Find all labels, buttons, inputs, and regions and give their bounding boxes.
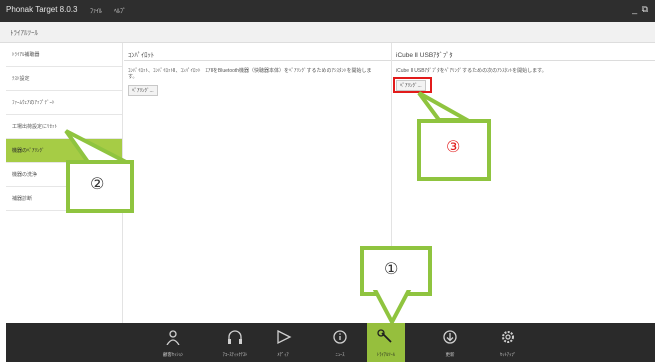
sidebar-item-label: 工場出荷設定にﾘｾｯﾄ — [12, 124, 58, 130]
divider — [124, 60, 391, 61]
section-header: ﾄﾗｲｱﾙﾂｰﾙ — [0, 22, 655, 43]
play-icon — [277, 329, 292, 345]
compilot-panel: ｺﾝﾊﾟｲﾛｯﾄ ｺﾝﾊﾟｲﾛｯﾄ、ｺﾝﾊﾟｲﾛｯﾄⅡ、ｺﾝﾊﾟｲﾛｯﾄ ｴｱⅡ… — [124, 43, 392, 323]
window-controls[interactable]: _ ⧉ — [632, 4, 649, 15]
sidebar-item-trial-hearing-aid[interactable]: ﾄﾗｲｱﾙ補聴器 — [6, 43, 122, 67]
callout-two: ② — [66, 160, 134, 213]
callout-three: ③ — [417, 119, 491, 181]
nav-label: ﾄﾗｲｱﾙﾂｰﾙ — [377, 352, 395, 357]
bottom-nav: 顧客ｾｯｼｮﾝ ｱｺｰｽﾃｨｯｸﾃｽﾄ ﾒﾃﾞｨｱ ﾆｭｰｽ ﾄﾗｲｱﾙﾂｰﾙ — [6, 323, 655, 362]
section-title: ﾄﾗｲｱﾙﾂｰﾙ — [10, 30, 38, 37]
info-icon — [333, 330, 347, 344]
sidebar-item-label: ﾌｧｰﾑｳｪｱのｱｯﾌﾟﾃﾞｰﾄ — [12, 100, 55, 106]
person-icon — [166, 330, 180, 345]
callout-two-pointer — [64, 129, 127, 164]
gear-icon — [502, 331, 514, 343]
divider — [392, 60, 655, 61]
menu-file[interactable]: ﾌｧｲﾙ — [90, 6, 102, 15]
sidebar-item-label: 補器診断 — [12, 196, 33, 202]
nav-client-session[interactable]: 顧客ｾｯｼｮﾝ — [154, 323, 192, 362]
icube-description: iCube Ⅱ USBｱﾀﾞﾌﾟﾀをﾍﾟｱﾘﾝｸﾞするための次のｱｼｽﾀﾝﾄを開… — [396, 68, 547, 74]
headphones-icon — [228, 330, 242, 344]
nav-acoustic-test[interactable]: ｱｺｰｽﾃｨｯｸﾃｽﾄ — [216, 323, 254, 362]
callout-one-pointer — [372, 290, 412, 324]
nav-news[interactable]: ﾆｭｰｽ — [321, 323, 359, 362]
sidebar-item-label: ﾃｽﾄ設定 — [12, 76, 30, 82]
nav-label: 顧客ｾｯｼｮﾝ — [162, 352, 184, 357]
wrench-icon — [377, 329, 392, 343]
nav-setup[interactable]: ｾｯﾄｱｯﾌﾟ — [489, 323, 527, 362]
download-icon — [443, 330, 457, 344]
nav-trial-tools[interactable]: ﾄﾗｲｱﾙﾂｰﾙ — [367, 323, 405, 362]
nav-update[interactable]: 更新 — [431, 323, 469, 362]
nav-label: ｱｺｰｽﾃｨｯｸﾃｽﾄ — [222, 352, 248, 357]
callout-one: ① — [360, 246, 432, 296]
nav-label: ｾｯﾄｱｯﾌﾟ — [500, 352, 516, 357]
sidebar-item-label: 機器のﾍﾟｱﾘﾝｸﾞ — [12, 148, 45, 154]
title-bar: Phonak Target 8.0.3 ﾌｧｲﾙ ﾍﾙﾌﾟ _ ⧉ — [0, 0, 655, 22]
compilot-pairing-button[interactable]: ﾍﾟｱﾘﾝｸﾞ... — [128, 85, 158, 96]
nav-label: ﾒﾃﾞｨｱ — [277, 352, 289, 357]
app-title: Phonak Target 8.0.3 — [6, 5, 78, 14]
callout-two-number: ② — [90, 176, 105, 193]
sidebar-item-label: ﾄﾗｲｱﾙ補聴器 — [12, 52, 40, 58]
compilot-description: ｺﾝﾊﾟｲﾛｯﾄ、ｺﾝﾊﾟｲﾛｯﾄⅡ、ｺﾝﾊﾟｲﾛｯﾄ ｴｱⅡをBluetoot… — [128, 68, 372, 80]
menu-help[interactable]: ﾍﾙﾌﾟ — [114, 6, 126, 15]
nav-media[interactable]: ﾒﾃﾞｨｱ — [264, 323, 302, 362]
sidebar-item-firmware-update[interactable]: ﾌｧｰﾑｳｪｱのｱｯﾌﾟﾃﾞｰﾄ — [6, 91, 122, 115]
sidebar-item-test-settings[interactable]: ﾃｽﾄ設定 — [6, 67, 122, 91]
nav-label: ﾆｭｰｽ — [335, 352, 345, 357]
callout-three-number: ③ — [446, 139, 461, 156]
sidebar-item-label: 機器の洗浄 — [12, 172, 38, 178]
icube-heading: iCube Ⅱ USBｱﾀﾞﾌﾟﾀ — [396, 52, 453, 59]
callout-three-pointer — [417, 91, 473, 121]
callout-one-number: ① — [384, 261, 399, 278]
nav-label: 更新 — [445, 352, 455, 357]
compilot-heading: ｺﾝﾊﾟｲﾛｯﾄ — [128, 52, 154, 59]
